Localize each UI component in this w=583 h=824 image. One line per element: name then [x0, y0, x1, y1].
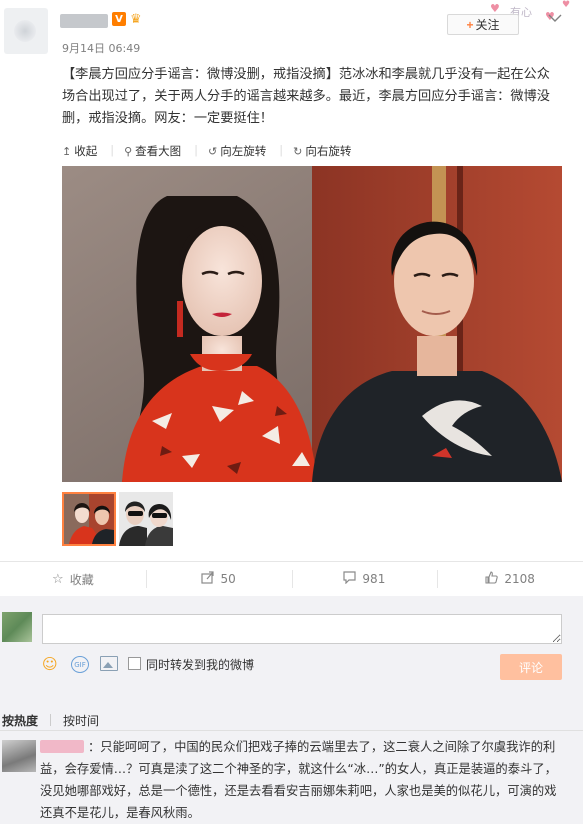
emoji-icon[interactable]: ☺	[42, 656, 59, 673]
view-large-label: 查看大图	[135, 144, 182, 158]
member-crown-icon: ♛	[130, 12, 142, 27]
comment-text: ：只能呵呵了，中国的民众们把戏子捧的云端里去了，这二衰人之间除了尔虞我诈的利益，…	[40, 740, 557, 820]
repost-checkbox[interactable]	[128, 657, 141, 670]
avatar-image	[14, 20, 36, 42]
post-action-bar: ☆ 收藏 50 981 2108	[0, 562, 583, 596]
thumbnail-1[interactable]	[62, 492, 116, 546]
heart-icon: ♥	[562, 0, 571, 10]
collapse-button[interactable]: ↥ 收起	[62, 143, 97, 159]
rotate-right-label: 向右旋转	[305, 144, 352, 158]
rotate-left-icon: ↺	[208, 144, 218, 158]
separator: |	[279, 143, 284, 157]
comment-button[interactable]: 981	[291, 562, 438, 596]
comment-icon	[343, 570, 357, 588]
comment-count: 981	[362, 572, 386, 586]
search-icon: ⚲	[124, 144, 133, 158]
image-toolbar: ↥ 收起 | ⚲ 查看大图 | ↺ 向左旋转 | ↻ 向右旋转	[62, 143, 364, 159]
post-photo[interactable]	[62, 166, 562, 482]
favorite-label: 收藏	[69, 572, 94, 587]
my-avatar[interactable]	[2, 612, 32, 642]
like-icon	[485, 570, 499, 588]
fold-icon: ↥	[62, 144, 72, 158]
favorite-button[interactable]: ☆ 收藏	[0, 562, 146, 596]
thumbnail-2[interactable]	[119, 492, 173, 546]
author-name-redacted[interactable]	[60, 14, 108, 28]
photo-thumbnails	[62, 492, 176, 546]
comment-input[interactable]	[42, 614, 562, 644]
rotate-right-button[interactable]: ↻ 向右旋转	[293, 143, 351, 159]
separator: |	[194, 143, 199, 157]
post-text: 【李晨方回应分手谣言：微博没删，戒指没摘】范冰冰和李晨就几乎没有一起在公众场合出…	[62, 67, 550, 126]
verified-badge: V	[112, 12, 126, 26]
image-icon[interactable]	[100, 656, 118, 671]
sort-by-hot-tab[interactable]: 按热度	[2, 712, 38, 729]
plus-icon: +	[466, 17, 474, 32]
repost-count: 50	[220, 572, 236, 586]
comment-sort-tabs: 按热度 按时间	[2, 712, 111, 729]
post-timestamp[interactable]: 9月14日 06:49	[62, 40, 140, 56]
follow-label: 关注	[475, 18, 500, 32]
repost-icon	[201, 570, 215, 588]
sort-by-time-tab[interactable]: 按时间	[63, 712, 99, 729]
rotate-left-label: 向左旋转	[220, 144, 267, 158]
like-button[interactable]: 2108	[437, 562, 583, 596]
view-large-button[interactable]: ⚲ 查看大图	[124, 143, 181, 159]
author-avatar[interactable]	[4, 8, 48, 54]
collapse-label: 收起	[74, 144, 98, 158]
commenter-avatar[interactable]	[2, 740, 36, 772]
submit-comment-button[interactable]: 评论	[500, 654, 562, 680]
divider	[0, 730, 583, 731]
like-count: 2108	[504, 572, 535, 586]
gif-icon[interactable]: GIF	[71, 656, 89, 673]
rotate-left-button[interactable]: ↺ 向左旋转	[208, 143, 266, 159]
chevron-down-icon[interactable]	[548, 12, 562, 24]
rotate-right-icon: ↻	[293, 144, 303, 158]
separator	[50, 714, 52, 726]
repost-button[interactable]: 50	[145, 562, 292, 596]
repost-checkbox-label[interactable]: 同时转发到我的微博	[146, 656, 254, 673]
separator: |	[110, 143, 115, 157]
star-icon: ☆	[52, 571, 64, 587]
follow-button[interactable]: + 关注	[447, 14, 519, 35]
